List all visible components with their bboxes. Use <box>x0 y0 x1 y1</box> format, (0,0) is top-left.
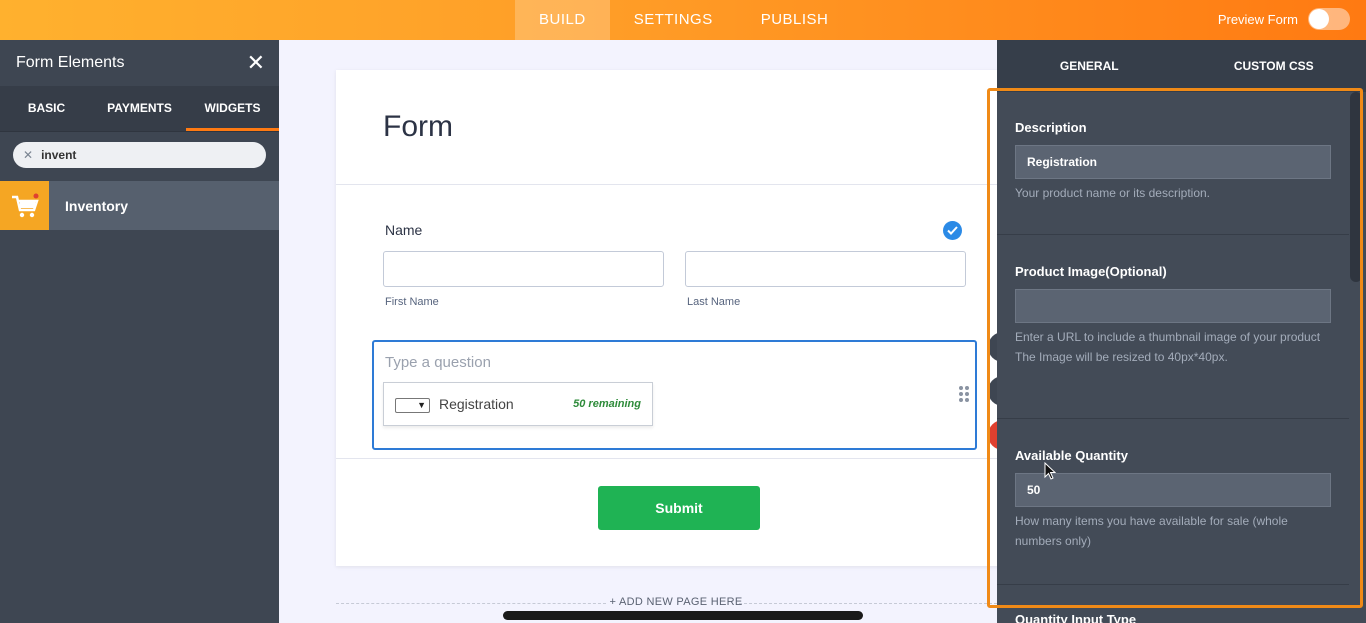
tab-publish[interactable]: PUBLISH <box>737 0 853 40</box>
submit-button[interactable]: Submit <box>598 486 760 530</box>
add-new-page-link[interactable]: + ADD NEW PAGE HERE <box>336 596 1016 608</box>
shopping-cart-icon <box>0 181 49 230</box>
form-elements-panel: Form Elements ✕ BASIC PAYMENTS WIDGETS ✕… <box>0 40 279 623</box>
widget-search: ✕ <box>13 142 266 168</box>
form-title[interactable]: Form <box>383 110 453 144</box>
clear-search-icon[interactable]: ✕ <box>23 148 33 162</box>
last-name-sublabel: Last Name <box>687 296 741 308</box>
tab-build[interactable]: BUILD <box>515 0 610 40</box>
toggle-knob <box>1309 9 1329 29</box>
tab-payments[interactable]: PAYMENTS <box>93 86 186 131</box>
mouse-cursor-icon <box>1044 462 1056 480</box>
form-canvas: Form Name First Name Last Name Type a qu… <box>279 40 1016 623</box>
search-wrap: ✕ <box>0 132 279 178</box>
form-card: Form Name First Name Last Name Type a qu… <box>336 70 1016 566</box>
inventory-question[interactable]: Type a question ▼ Registration 50 remain… <box>372 340 977 450</box>
name-label[interactable]: Name <box>385 222 422 238</box>
quantity-select[interactable]: ▼ <box>395 398 430 413</box>
preview-form-toggle[interactable] <box>1308 8 1350 30</box>
chevron-down-icon: ▼ <box>417 400 426 410</box>
panel-header: Form Elements ✕ <box>0 40 279 86</box>
remaining-count: 50 remaining <box>573 398 641 410</box>
first-name-sublabel: First Name <box>385 296 439 308</box>
tab-widgets[interactable]: WIDGETS <box>186 86 279 131</box>
inventory-option-label: Registration <box>439 396 514 412</box>
search-input[interactable] <box>41 148 242 162</box>
close-icon[interactable]: ✕ <box>247 50 265 76</box>
widget-inventory[interactable]: Inventory <box>0 181 279 230</box>
highlight-frame <box>987 88 1363 608</box>
question-placeholder[interactable]: Type a question <box>385 354 491 371</box>
quantity-input-type-section: Quantity Input Type <box>997 612 1349 623</box>
tab-custom-css[interactable]: CUSTOM CSS <box>1182 40 1366 92</box>
properties-tabs: GENERAL CUSTOM CSS <box>997 40 1366 92</box>
divider <box>336 458 1016 459</box>
top-bar: BUILD SETTINGS PUBLISH Preview Form <box>0 0 1366 40</box>
quantity-input-type-title: Quantity Input Type <box>1015 612 1137 623</box>
horizontal-scrollbar[interactable] <box>503 611 863 620</box>
check-icon <box>943 221 962 240</box>
tab-general[interactable]: GENERAL <box>997 40 1182 92</box>
divider <box>336 184 1016 185</box>
drag-handle-icon[interactable] <box>959 386 969 402</box>
preview-form-label: Preview Form <box>1217 11 1298 27</box>
last-name-input[interactable] <box>685 251 966 287</box>
tab-basic[interactable]: BASIC <box>0 86 93 131</box>
inventory-widget: ▼ Registration 50 remaining <box>383 382 653 426</box>
widget-label: Inventory <box>65 197 129 214</box>
tab-settings[interactable]: SETTINGS <box>610 0 737 40</box>
element-tabs: BASIC PAYMENTS WIDGETS <box>0 86 279 132</box>
panel-title: Form Elements <box>16 54 125 71</box>
first-name-input[interactable] <box>383 251 664 287</box>
top-nav: BUILD SETTINGS PUBLISH <box>515 0 852 40</box>
preview-form-control: Preview Form <box>1218 8 1350 30</box>
